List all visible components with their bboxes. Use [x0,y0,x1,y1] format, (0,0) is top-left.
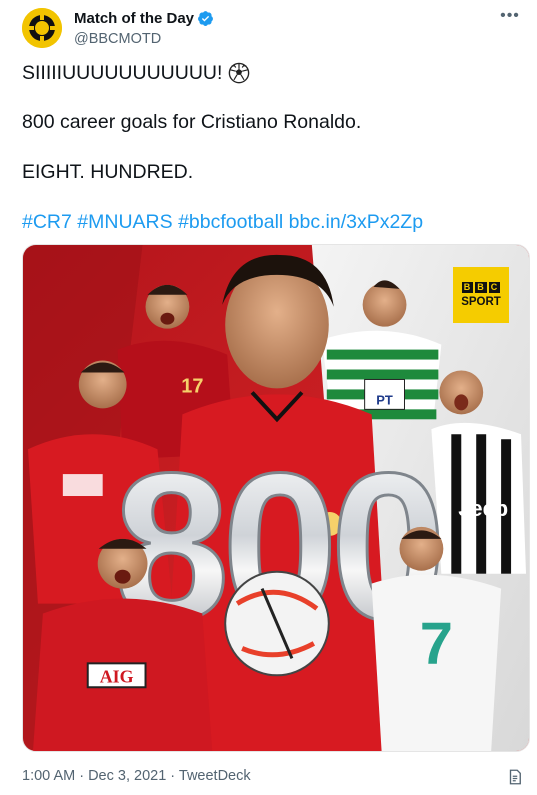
tweet-line-2: 800 career goals for Cristiano Ronaldo. [22,111,362,133]
more-options-button[interactable]: ••• [498,8,522,28]
bbc-letter: C [488,282,501,293]
bbc-letter: B [461,282,474,293]
football [224,570,330,677]
portugal-number: 17 [181,375,203,397]
bbc-sport-badge: B B C SPORT [453,267,509,323]
account-names: Match of the Day @BBCMOTD [74,9,214,47]
sport-label: SPORT [461,296,501,308]
tweet-line-3: EIGHT. HUNDRED. [22,161,194,183]
bbc-letter: B [475,282,487,293]
hashtag-link[interactable]: #CR7 [22,211,72,233]
mu-sponsor: AIG [100,666,134,686]
tweet-header: Match of the Day @BBCMOTD ••• [22,8,522,48]
verified-badge-icon [198,11,213,27]
display-name[interactable]: Match of the Day [74,10,194,27]
tweet-links: #CR7 #MNUARS #bbcfootball bbc.in/3xPx2Zp [22,209,423,235]
motd-logo-icon [22,8,62,48]
tweet-line-1: SIIIIIUUUUUUUUUUU! [22,60,250,86]
hashtag-link[interactable]: #bbcfootball [178,211,283,233]
soccer-ball-icon [229,62,250,84]
analytics-icon[interactable] [506,768,524,786]
bbc-letters: B B C [461,282,501,293]
real-number: 7 [420,609,453,676]
sporting-sponsor: PT [376,392,393,407]
hashtag-link[interactable]: #MNUARS [77,211,172,233]
tweet-media-image[interactable]: PT Jeep 17 800 AIG 7 B B C SPORT [22,244,530,752]
url-link[interactable]: bbc.in/3xPx2Zp [289,211,423,233]
tweet-line-1-text: SIIIIIUUUUUUUUUUU! [22,62,223,84]
account-handle[interactable]: @BBCMOTD [74,31,214,47]
tweet-timestamp[interactable]: 1:00 AM · Dec 3, 2021 · TweetDeck [22,768,251,784]
avatar[interactable] [22,8,62,48]
juventus-sponsor: Jeep [458,496,508,521]
